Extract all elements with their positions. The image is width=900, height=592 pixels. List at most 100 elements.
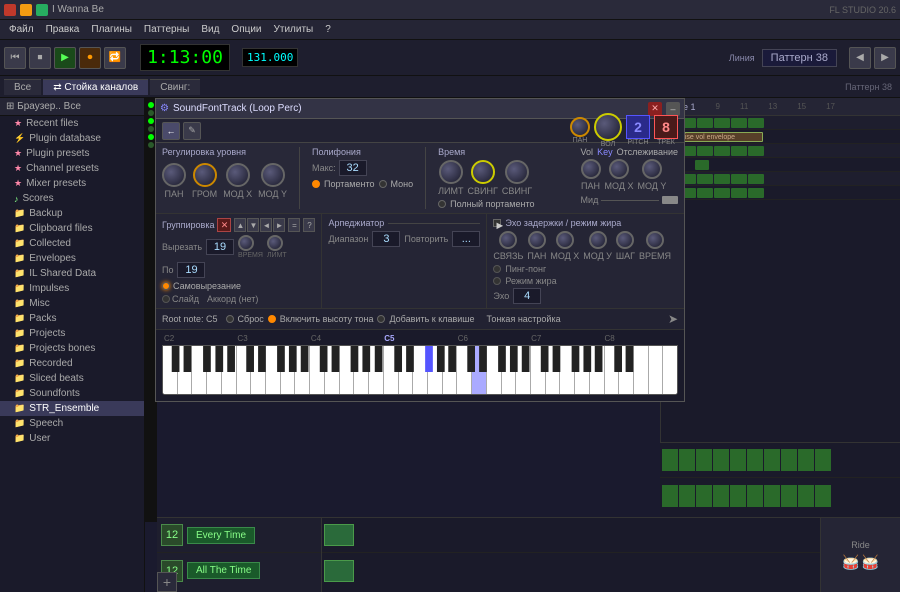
r-cell[interactable] <box>730 485 746 507</box>
piano-keyboard[interactable] <box>162 345 678 395</box>
mid-slider[interactable] <box>662 196 678 204</box>
sidebar-item-impulses[interactable]: 📁 Impulses <box>0 281 144 296</box>
pattern-block[interactable] <box>748 174 764 184</box>
r-cell[interactable] <box>815 449 831 471</box>
plugin-tab-main[interactable]: ← <box>162 122 180 140</box>
pattern-block[interactable] <box>748 188 764 198</box>
white-key[interactable] <box>354 346 369 394</box>
menu-utilities[interactable]: Утилиты <box>269 23 319 36</box>
white-key[interactable] <box>443 346 458 394</box>
limt-knob[interactable] <box>267 235 283 251</box>
sidebar-item-collected[interactable]: 📁 Collected <box>0 236 144 251</box>
r-cell[interactable] <box>713 449 729 471</box>
arr-down-btn[interactable]: ▼ <box>247 218 259 232</box>
record-button[interactable]: ⏺ <box>79 47 101 69</box>
sidebar-item-channel-presets[interactable]: ★ Channel presets <box>0 161 144 176</box>
white-key[interactable] <box>163 346 178 394</box>
tab-all[interactable]: Все <box>4 79 41 95</box>
sidebar-item-clipboard[interactable]: 📁 Clipboard files <box>0 221 144 236</box>
menu-view[interactable]: Вид <box>196 23 224 36</box>
white-key[interactable] <box>310 346 325 394</box>
white-key[interactable] <box>295 346 310 394</box>
reset-radio[interactable] <box>226 315 234 323</box>
slide-led[interactable] <box>162 295 170 303</box>
sidebar-item-scores[interactable]: ♪ Scores <box>0 191 144 206</box>
plugin-tab-edit[interactable]: ✎ <box>183 122 201 140</box>
menu-help[interactable]: ? <box>320 23 336 36</box>
grouping-x-btn[interactable]: ✕ <box>217 218 231 232</box>
white-key[interactable] <box>325 346 340 394</box>
by-value[interactable]: 19 <box>177 262 205 278</box>
grouping-q-btn[interactable]: ? <box>303 218 315 232</box>
pattern-next[interactable]: ▶ <box>874 47 896 69</box>
r-cell[interactable] <box>798 485 814 507</box>
sidebar-item-str-ensemble[interactable]: 📁 STR_Ensemble <box>0 401 144 416</box>
repeat-value[interactable]: ... <box>452 231 480 247</box>
cell[interactable] <box>448 524 478 546</box>
white-key[interactable] <box>281 346 296 394</box>
sidebar-item-speech[interactable]: 📁 Speech <box>0 416 144 431</box>
r-cell[interactable] <box>781 485 797 507</box>
r-cell[interactable] <box>747 449 763 471</box>
piano-arrow-right[interactable]: ➤ <box>668 312 678 326</box>
sidebar-item-projects-bones[interactable]: 📁 Projects bones <box>0 341 144 356</box>
cell[interactable] <box>386 560 416 582</box>
pitch-display-num[interactable]: 2 <box>626 115 650 139</box>
pattern-block[interactable] <box>714 188 730 198</box>
track-1-name-btn[interactable]: Every Time <box>187 527 255 544</box>
pan-main-knob[interactable] <box>162 163 186 187</box>
modx-track-knob[interactable] <box>609 159 629 179</box>
r-cell[interactable] <box>713 485 729 507</box>
cell[interactable] <box>541 524 571 546</box>
vol-knob[interactable] <box>594 113 622 141</box>
echo-value[interactable]: 4 <box>513 288 541 304</box>
menu-edit[interactable]: Правка <box>41 23 85 36</box>
modx-knob[interactable] <box>226 163 250 187</box>
r-cell[interactable] <box>662 485 678 507</box>
time-cut-knob[interactable] <box>238 235 254 251</box>
sidebar-item-sliced-beats[interactable]: 📁 Sliced beats <box>0 371 144 386</box>
pattern-prev[interactable]: ◀ <box>849 47 871 69</box>
time-limt-knob[interactable] <box>439 160 463 184</box>
time-swing2-knob[interactable] <box>505 160 529 184</box>
menu-plugins[interactable]: Плагины <box>86 23 137 36</box>
mody-track-knob[interactable] <box>642 159 662 179</box>
pattern-block[interactable] <box>731 174 747 184</box>
white-key[interactable] <box>192 346 207 394</box>
white-key[interactable] <box>237 346 252 394</box>
sidebar-item-envelopes[interactable]: 📁 Envelopes <box>0 251 144 266</box>
cell[interactable] <box>479 560 509 582</box>
sidebar-item-plugin-presets[interactable]: ★ Plugin presets <box>0 146 144 161</box>
cell[interactable] <box>355 560 385 582</box>
sidebar-item-plugins-db[interactable]: ⚡ Plugin database <box>0 131 144 146</box>
pattern-block[interactable] <box>697 174 713 184</box>
white-key-c5[interactable] <box>472 346 487 394</box>
loop-button[interactable]: 🔁 <box>104 47 126 69</box>
white-key[interactable] <box>340 346 355 394</box>
sidebar-item-packs[interactable]: 📁 Packs <box>0 311 144 326</box>
pitch-enable-radio[interactable] <box>268 315 276 323</box>
sidebar-item-misc[interactable]: 📁 Misc <box>0 296 144 311</box>
sidebar-item-il-shared[interactable]: 📁 IL Shared Data <box>0 266 144 281</box>
white-key[interactable] <box>560 346 575 394</box>
white-key[interactable] <box>590 346 605 394</box>
pattern-block[interactable] <box>714 118 730 128</box>
echo-pan-knob[interactable] <box>528 231 546 249</box>
white-key[interactable] <box>222 346 237 394</box>
arr-up-btn[interactable]: ▲ <box>234 218 246 232</box>
vol-track-knob[interactable] <box>581 159 601 179</box>
echo-arrow[interactable]: ► <box>493 219 501 227</box>
r-cell[interactable] <box>781 449 797 471</box>
self-cut-led[interactable] <box>162 282 170 290</box>
sidebar-item-backup[interactable]: 📁 Backup <box>0 206 144 221</box>
add-key-radio[interactable] <box>377 315 385 323</box>
menu-file[interactable]: Файл <box>4 23 39 36</box>
white-key[interactable] <box>428 346 443 394</box>
bpm-display[interactable]: 131.000 <box>242 48 298 67</box>
play-button[interactable]: ▶ <box>54 47 76 69</box>
white-key[interactable] <box>487 346 502 394</box>
pan-knob[interactable] <box>570 117 590 137</box>
ping-pong-led[interactable] <box>493 265 501 273</box>
time-swing-knob[interactable] <box>471 160 495 184</box>
pattern-block[interactable] <box>714 174 730 184</box>
